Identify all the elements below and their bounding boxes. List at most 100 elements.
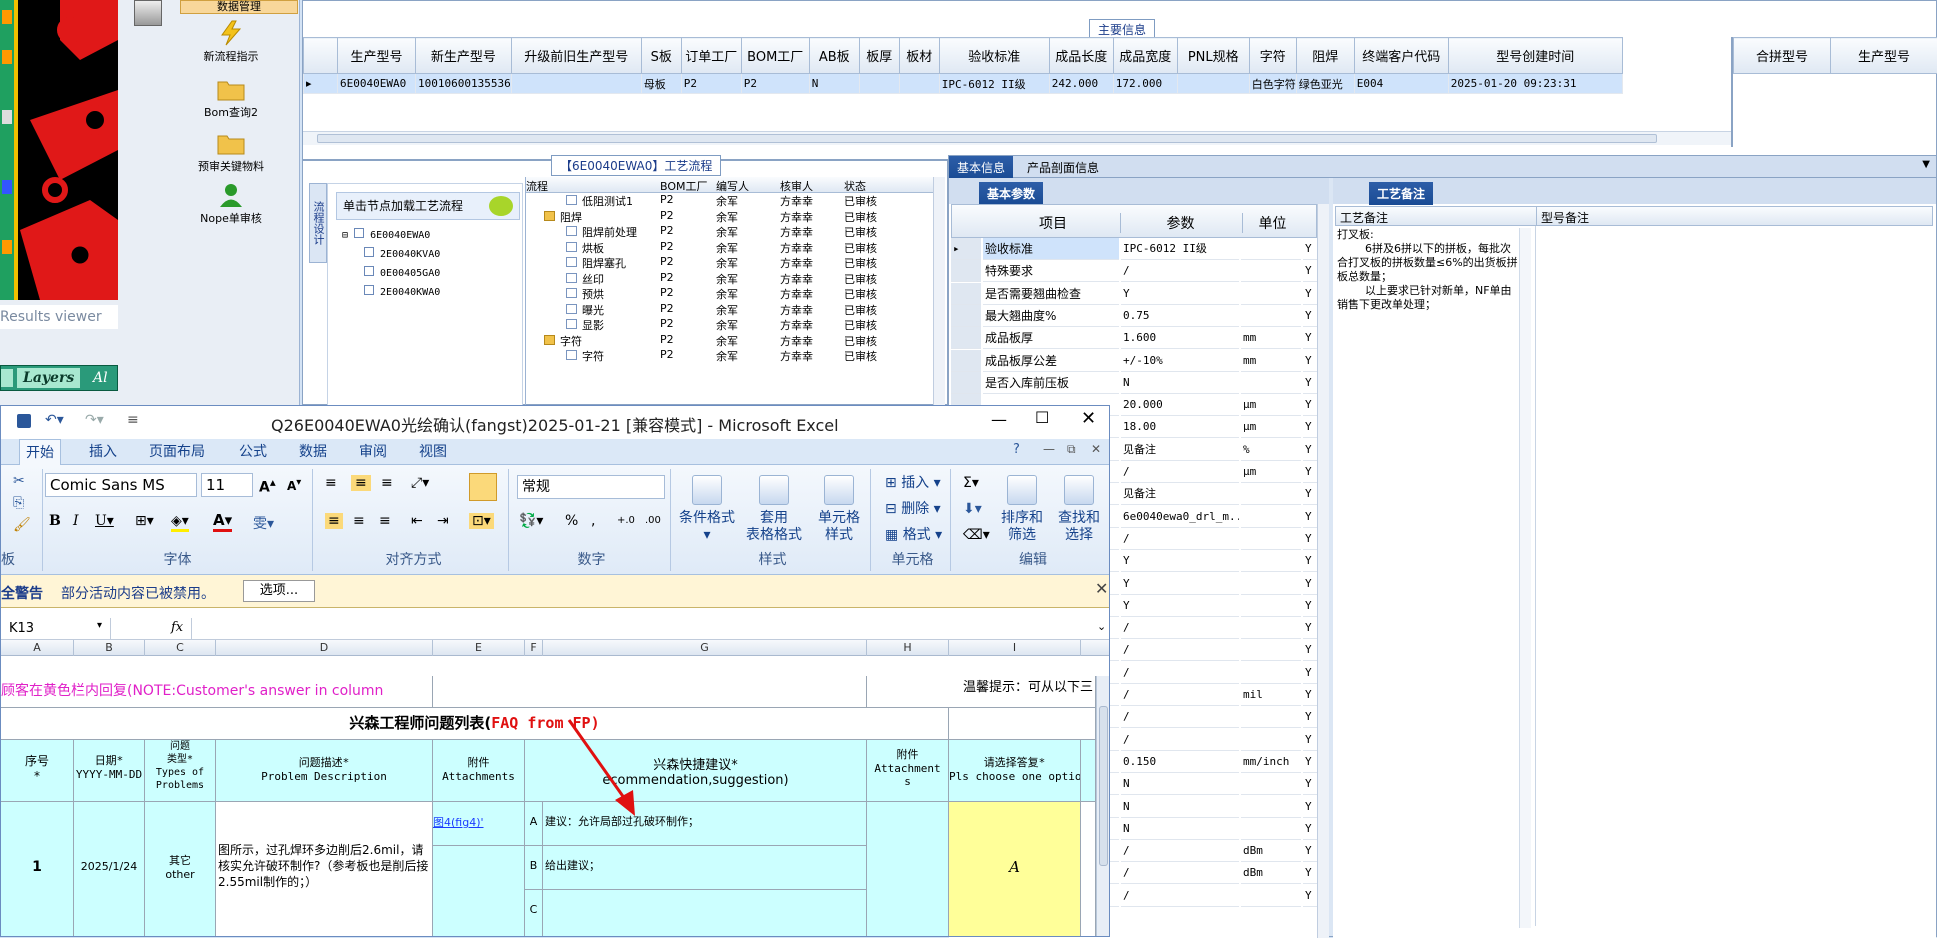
maximize-button[interactable]: ☐ [1035,408,1049,427]
clear-button[interactable]: ⌫▾ [963,527,990,543]
flow-col-header[interactable]: BOM工厂 [660,178,716,194]
comma-button[interactable]: , [591,513,595,529]
load-flow-button[interactable]: 单击节点加载工艺流程 [336,192,520,220]
undo-icon[interactable]: ↶▾ [45,412,64,428]
sheet-v-scrollbar[interactable] [1096,676,1110,937]
column-letter[interactable]: G [543,640,867,656]
ribbon-tab[interactable]: 插入 [83,439,123,465]
main-col-header[interactable]: AB板 [809,38,859,74]
decrease-indent-button[interactable]: ⇤ [411,513,423,529]
col-process-note[interactable]: 工艺备注 [1340,209,1388,226]
main-col-header[interactable]: 终端客户代码 [1354,38,1448,74]
cell-blank[interactable] [1081,802,1096,937]
tree-root[interactable]: ⊟ 6E0040EWA0 [342,228,440,247]
header-desc[interactable]: 问题描述* Problem Description [216,740,433,802]
cut-icon[interactable]: ✂ [13,473,25,489]
main-col-header[interactable]: 板材 [899,38,939,74]
ribbon-close-icon[interactable]: ✕ [1091,442,1101,456]
options-button[interactable]: 选项... [243,580,315,602]
delete-cells-button[interactable]: ⊟ 删除 ▾ [885,501,941,518]
main-col-header[interactable]: 成品长度 [1049,38,1113,74]
flow-row[interactable]: 曝光P2余军方幸幸已审核 [526,302,945,317]
flow-row[interactable]: 低阻测试1P2余军方幸幸已审核 [526,193,945,208]
flow-row[interactable]: 烘板P2余军方幸幸已审核 [526,240,945,255]
col-param[interactable]: 参数 [1120,213,1240,233]
header-date[interactable]: 日期* YYYY-MM-DD [74,740,145,802]
param-row[interactable]: 最大翘曲度%0.75Y [951,305,1317,327]
main-cell[interactable] [1177,74,1249,94]
fill-color-button[interactable]: ◈▾ [171,513,189,532]
param-row[interactable]: 特殊要求/Y [951,260,1317,282]
param-row[interactable]: ▸验收标准IPC-6012 II级Y [951,238,1317,260]
minimize-button[interactable]: — [991,410,1007,429]
main-cell[interactable]: 6E0040EWA0 [338,74,416,94]
main-cell[interactable] [859,74,899,94]
tab-basic-params[interactable]: 基本参数 [979,182,1043,205]
al-tab[interactable]: Al [93,368,108,388]
currency-button[interactable]: 💱▾ [519,513,543,529]
main-col-header[interactable]: 阻焊 [1296,38,1354,74]
orientation-button[interactable]: ⤢▾ [411,475,429,491]
column-letter[interactable]: F [525,640,543,656]
flow-row[interactable]: 阻焊塞孔P2余军方幸幸已审核 [526,255,945,270]
row-answer[interactable]: A [949,802,1081,937]
ribbon-restore-icon[interactable]: ⧉ [1067,442,1076,457]
ribbon-tab[interactable]: 公式 [233,439,273,465]
suggestion-b[interactable]: 给出建议； [543,846,867,890]
wrap-text-button[interactable] [469,473,497,501]
param-row[interactable]: 是否入库前压板NY [951,372,1317,394]
flow-row[interactable]: 丝印P2余军方幸幸已审核 [526,271,945,286]
conditional-format-button[interactable]: 条件格式▾ [675,475,739,544]
main-col-header[interactable]: 字符 [1249,38,1296,74]
chevron-down-icon[interactable]: ▼ [1922,159,1930,170]
row-date[interactable]: 2025/1/24 [74,802,145,937]
flow-col-header[interactable]: 状态 [844,178,888,194]
main-cell[interactable] [511,74,641,94]
customize-icon[interactable]: ≡ [127,412,139,428]
decrease-decimal-button[interactable]: .00 [645,515,661,526]
header-attachments[interactable]: 附件 Attachments [433,740,525,802]
underline-button[interactable]: U▾ [95,513,114,529]
help-icon[interactable]: ? [1013,442,1020,457]
nav-data-management[interactable]: 数据管理 [180,0,298,14]
ribbon-tab[interactable]: 开始 [19,439,61,465]
main-cell[interactable]: P2 [681,74,741,94]
main-cell[interactable]: 242.000 [1049,74,1113,94]
computer-icon[interactable] [134,0,162,26]
tab-basic-info[interactable]: 基本信息 [949,156,1013,179]
column-letter[interactable]: I [949,640,1081,656]
ribbon-tab[interactable]: 页面布局 [143,439,211,465]
column-letter[interactable]: D [216,640,433,656]
col-prod-model[interactable]: 生产型号 [1831,38,1937,74]
shrink-font-button[interactable]: A▾ [287,477,301,493]
note-customer[interactable]: 顾客在黄色栏内回复(NOTE:Customer's answer in colu… [1,676,433,708]
tab-process-notes[interactable]: 工艺备注 [1369,182,1433,205]
number-format-select[interactable]: 常规 [517,475,665,499]
header-attachments2[interactable]: 附件 Attachment s [867,740,949,802]
col-unit[interactable]: 单位 [1242,213,1302,233]
note-tip[interactable]: 温馨提示：可从以下三 [867,676,1096,708]
col-model-note[interactable]: 型号备注 [1536,207,1593,225]
main-col-header[interactable]: 型号创建时间 [1448,38,1622,74]
cell-blank[interactable] [949,708,1096,740]
header-choose[interactable]: 请选择答复* Pls choose one option [949,740,1081,802]
table-title[interactable]: 兴森工程师问题列表(FAQ from FP) [1,708,949,740]
layers-tab[interactable]: Layers [17,368,80,388]
param-row[interactable]: 成品板厚1.600mmY [951,327,1317,349]
find-select-button[interactable]: 查找和 选择 [1051,475,1107,544]
fill-button[interactable]: ⬇▾ [963,501,982,517]
cell-blank[interactable] [433,676,867,708]
h-scrollbar[interactable] [303,131,1731,145]
flow-v-scrollbar[interactable] [933,177,945,405]
italic-button[interactable]: I [73,513,79,529]
format-cells-button[interactable]: ▦ 格式 ▾ [885,527,942,544]
fx-icon[interactable]: fx [171,620,183,635]
notes-v-scrollbar[interactable] [1519,228,1531,928]
nav-pre-review[interactable]: 预审关键物料 [166,130,296,174]
tab-profile-info[interactable]: 产品剖面信息 [1027,159,1099,176]
increase-decimal-button[interactable]: +.0 [617,515,635,526]
align-bottom-button[interactable]: ≡ [381,475,393,491]
main-cell[interactable]: N [809,74,859,94]
header-seq[interactable]: 序号 * [1,740,74,802]
phonetic-button[interactable]: 雯▾ [253,513,274,533]
